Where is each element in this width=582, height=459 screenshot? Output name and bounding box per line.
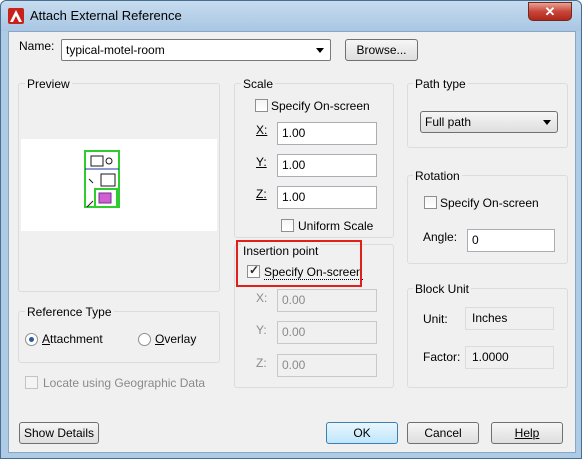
angle-label: Angle: (423, 230, 458, 244)
red-highlight-box (236, 240, 362, 287)
geographic-checkbox[interactable] (25, 376, 38, 389)
name-combobox[interactable]: typical-motel-room (61, 39, 331, 61)
insertion-x-label: X: (256, 291, 268, 305)
overlay-label: Overlay (155, 332, 197, 346)
close-icon: ✕ (544, 4, 556, 19)
reference-type-title: Reference Type (25, 305, 114, 319)
preview-canvas (21, 139, 217, 231)
scale-title: Scale (241, 77, 276, 91)
insertion-z-input[interactable]: 0.00 (277, 354, 377, 377)
chevron-down-icon (316, 48, 324, 53)
path-type-value: Full path (425, 115, 472, 129)
scale-specify-onscreen-label: Specify On-screen (271, 99, 370, 113)
help-label: Help (514, 426, 540, 440)
show-details-label: Show Details (23, 426, 95, 440)
scale-x-input[interactable]: 1.00 (277, 122, 377, 145)
autocad-app-icon (8, 8, 24, 24)
geographic-label: Locate using Geographic Data (43, 376, 206, 390)
dialog-window: Attach External Reference ✕ Name: typica… (0, 0, 582, 459)
help-button[interactable]: Help (491, 422, 563, 444)
scale-z-label: Z: (256, 187, 267, 201)
scale-specify-onscreen-checkbox[interactable] (255, 99, 268, 112)
factor-label: Factor: (423, 350, 461, 364)
cancel-button[interactable]: Cancel (407, 422, 479, 444)
rotation-specify-onscreen-label: Specify On-screen (440, 196, 539, 210)
close-button[interactable]: ✕ (528, 2, 572, 21)
unit-value: Inches (465, 307, 554, 330)
path-type-select[interactable]: Full path (420, 111, 558, 133)
factor-value: 1.0000 (465, 346, 554, 369)
rotation-title: Rotation (413, 169, 462, 183)
browse-button[interactable]: Browse... (345, 39, 418, 61)
preview-group-title: Preview (25, 77, 72, 91)
title-bar[interactable]: Attach External Reference ✕ (1, 1, 581, 31)
scale-y-input[interactable]: 1.00 (277, 154, 377, 177)
block-unit-title: Block Unit (413, 282, 472, 296)
dialog-client: Name: typical-motel-room Browse... Previ… (8, 31, 576, 453)
block-unit-group (407, 288, 568, 388)
insertion-z-label: Z: (256, 356, 267, 370)
chevron-down-icon (543, 120, 551, 125)
window-title: Attach External Reference (30, 8, 182, 23)
show-details-button[interactable]: Show Details (19, 422, 99, 444)
path-type-title: Path type (413, 77, 468, 91)
scale-z-input[interactable]: 1.00 (277, 186, 377, 209)
rotation-specify-onscreen-checkbox[interactable] (424, 196, 437, 209)
name-label: Name: (19, 39, 55, 53)
unit-label: Unit: (423, 312, 448, 326)
angle-input[interactable]: 0 (467, 229, 555, 252)
scale-y-label: Y: (256, 155, 267, 169)
insertion-x-input[interactable]: 0.00 (277, 289, 377, 312)
attachment-radio[interactable] (25, 333, 38, 346)
insertion-y-input[interactable]: 0.00 (277, 321, 377, 344)
floorplan-thumbnail-icon (84, 150, 120, 208)
attachment-label: Attachment (42, 332, 103, 346)
name-combobox-value: typical-motel-room (66, 43, 165, 57)
insertion-y-label: Y: (256, 323, 267, 337)
overlay-radio[interactable] (138, 333, 151, 346)
scale-x-label: X: (256, 123, 268, 137)
uniform-scale-checkbox[interactable] (281, 219, 294, 232)
ok-button[interactable]: OK (326, 422, 398, 444)
uniform-scale-label: Uniform Scale (298, 219, 374, 233)
